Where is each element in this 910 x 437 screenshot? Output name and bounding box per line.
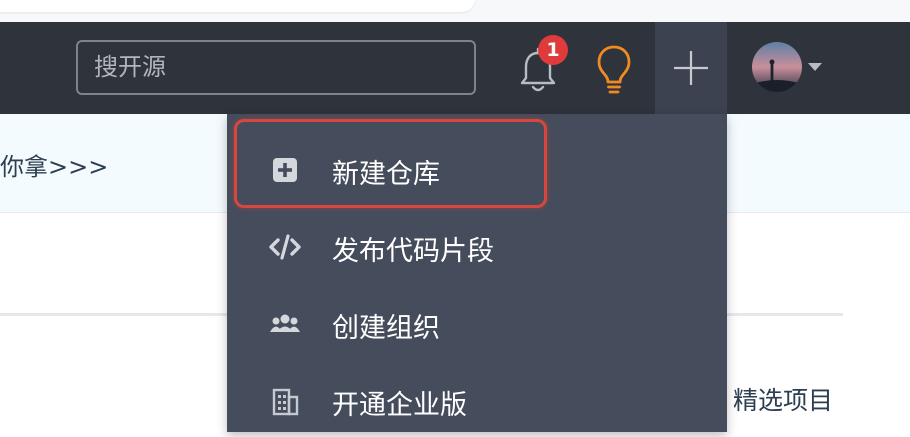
menu-item-create-organization[interactable]: 创建组织 — [227, 284, 727, 360]
chevron-down-icon[interactable] — [808, 63, 822, 71]
menu-item-label: 创建组织 — [332, 313, 440, 344]
building-icon — [272, 388, 299, 416]
top-strip — [0, 0, 910, 22]
lightbulb-icon[interactable] — [596, 44, 632, 96]
banner-text[interactable]: 你拿>>> — [0, 147, 108, 182]
featured-projects-link[interactable]: 精选项目 — [733, 381, 833, 417]
menu-item-label: 发布代码片段 — [332, 236, 494, 267]
menu-item-publish-snippet[interactable]: 发布代码片段 — [227, 207, 727, 283]
notification-badge: 1 — [538, 35, 568, 65]
avatar[interactable] — [752, 42, 802, 92]
users-icon — [270, 314, 300, 332]
menu-item-enterprise[interactable]: 开通企业版 — [227, 361, 727, 437]
plus-icon[interactable] — [673, 50, 709, 86]
highlight-box — [234, 119, 547, 208]
search-input[interactable]: 搜开源 — [76, 40, 476, 95]
menu-item-label: 开通企业版 — [332, 390, 467, 421]
top-pill — [0, 0, 475, 12]
code-icon — [269, 234, 301, 260]
